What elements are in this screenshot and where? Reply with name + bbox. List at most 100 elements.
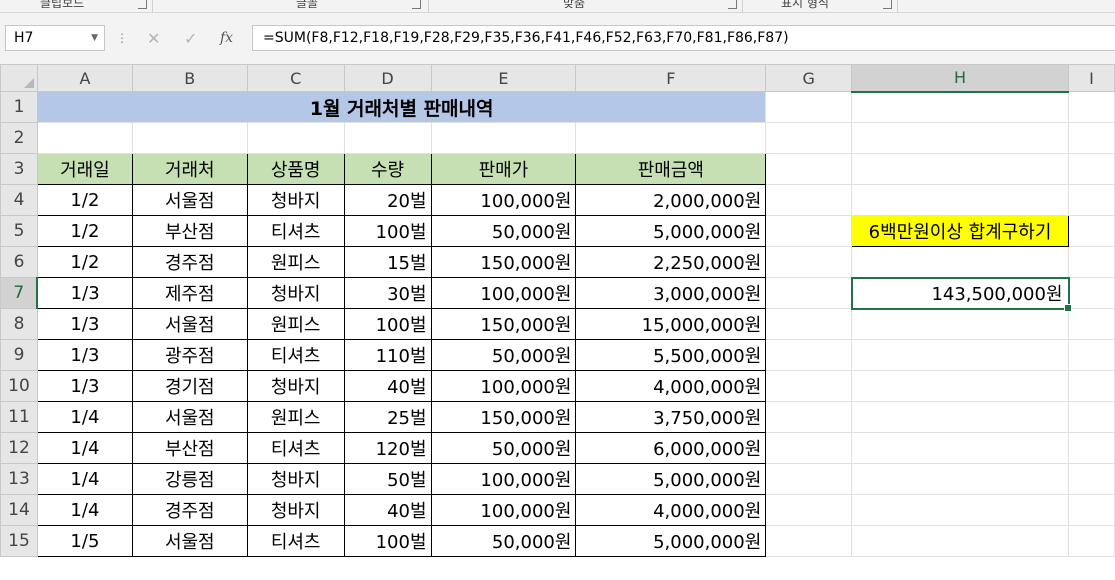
header-cell-price[interactable]: 판매가 <box>430 153 577 185</box>
cell[interactable] <box>1068 91 1115 123</box>
product-cell[interactable]: 티셔츠 <box>246 432 345 464</box>
date-cell[interactable]: 1/3 <box>36 339 133 371</box>
column-header-e[interactable]: E <box>430 64 577 92</box>
drag-handle-icon[interactable]: ⋮ <box>116 31 128 45</box>
cell[interactable] <box>765 184 853 216</box>
amount-cell[interactable]: 5,000,000원 <box>575 215 767 247</box>
cell[interactable] <box>851 370 1070 402</box>
cell[interactable] <box>1068 215 1115 247</box>
client-cell[interactable]: 서울점 <box>131 308 248 340</box>
quantity-cell[interactable]: 15벌 <box>343 246 432 278</box>
cell[interactable] <box>1068 463 1115 495</box>
cell[interactable] <box>1068 246 1115 278</box>
cell[interactable] <box>575 122 767 154</box>
cell[interactable] <box>851 184 1070 216</box>
client-cell[interactable]: 강릉점 <box>131 463 248 495</box>
cell[interactable] <box>765 525 853 557</box>
date-cell[interactable]: 1/2 <box>36 184 133 216</box>
quantity-cell[interactable]: 110벌 <box>343 339 432 371</box>
cell[interactable] <box>343 122 432 154</box>
formula-input[interactable]: =SUM(F8,F12,F18,F19,F28,F29,F35,F36,F41,… <box>252 25 1115 51</box>
price-cell[interactable]: 100,000원 <box>430 463 577 495</box>
quantity-cell[interactable]: 50벌 <box>343 463 432 495</box>
cell[interactable] <box>851 432 1070 464</box>
cell[interactable] <box>851 246 1070 278</box>
enter-icon[interactable]: ✓ <box>184 29 197 48</box>
row-header[interactable]: 12 <box>0 432 38 464</box>
select-all-button[interactable] <box>0 64 38 92</box>
quantity-cell[interactable]: 25벌 <box>343 401 432 433</box>
product-cell[interactable]: 원피스 <box>246 401 345 433</box>
client-cell[interactable]: 부산점 <box>131 215 248 247</box>
row-header[interactable]: 4 <box>0 184 38 216</box>
cell[interactable] <box>765 277 853 309</box>
product-cell[interactable]: 청바지 <box>246 463 345 495</box>
date-cell[interactable]: 1/4 <box>36 432 133 464</box>
quantity-cell[interactable]: 20벌 <box>343 184 432 216</box>
client-cell[interactable]: 부산점 <box>131 432 248 464</box>
quantity-cell[interactable]: 100벌 <box>343 215 432 247</box>
column-header-i[interactable]: I <box>1068 64 1115 92</box>
cell[interactable] <box>1068 494 1115 526</box>
amount-cell[interactable]: 3,750,000원 <box>575 401 767 433</box>
cell[interactable] <box>1068 370 1115 402</box>
date-cell[interactable]: 1/5 <box>36 525 133 557</box>
price-cell[interactable]: 150,000원 <box>430 246 577 278</box>
row-header[interactable]: 8 <box>0 308 38 340</box>
row-header[interactable]: 11 <box>0 401 38 433</box>
cell[interactable] <box>765 370 853 402</box>
cell[interactable] <box>765 401 853 433</box>
amount-cell[interactable]: 4,000,000원 <box>575 370 767 402</box>
price-cell[interactable]: 100,000원 <box>430 494 577 526</box>
fill-handle[interactable] <box>1063 303 1072 312</box>
cell[interactable] <box>1068 401 1115 433</box>
price-cell[interactable]: 150,000원 <box>430 401 577 433</box>
date-cell[interactable]: 1/3 <box>36 277 133 309</box>
row-header[interactable]: 3 <box>0 153 38 185</box>
cell[interactable] <box>1068 339 1115 371</box>
cell[interactable] <box>765 463 853 495</box>
product-cell[interactable]: 청바지 <box>246 494 345 526</box>
client-cell[interactable]: 경주점 <box>131 246 248 278</box>
price-cell[interactable]: 50,000원 <box>430 215 577 247</box>
row-header[interactable]: 1 <box>0 91 38 123</box>
cell[interactable] <box>246 122 345 154</box>
product-cell[interactable]: 티셔츠 <box>246 215 345 247</box>
quantity-cell[interactable]: 40벌 <box>343 494 432 526</box>
cell[interactable] <box>851 308 1070 340</box>
cell[interactable] <box>851 494 1070 526</box>
cell[interactable] <box>851 339 1070 371</box>
column-header-a[interactable]: A <box>36 64 133 92</box>
date-cell[interactable]: 1/2 <box>36 215 133 247</box>
row-header[interactable]: 6 <box>0 246 38 278</box>
cell[interactable] <box>1068 153 1115 185</box>
product-cell[interactable]: 원피스 <box>246 246 345 278</box>
header-cell-amount[interactable]: 판매금액 <box>575 153 767 185</box>
quantity-cell[interactable]: 100벌 <box>343 525 432 557</box>
date-cell[interactable]: 1/3 <box>36 370 133 402</box>
date-cell[interactable]: 1/4 <box>36 401 133 433</box>
price-cell[interactable]: 50,000원 <box>430 525 577 557</box>
cell[interactable] <box>851 91 1070 123</box>
column-header-f[interactable]: F <box>575 64 767 92</box>
quantity-cell[interactable]: 40벌 <box>343 370 432 402</box>
product-cell[interactable]: 청바지 <box>246 370 345 402</box>
font-dialog-launcher-icon[interactable] <box>412 0 421 9</box>
amount-cell[interactable]: 2,250,000원 <box>575 246 767 278</box>
header-cell-quantity[interactable]: 수량 <box>343 153 432 185</box>
cell[interactable] <box>430 122 577 154</box>
row-header[interactable]: 5 <box>0 215 38 247</box>
column-header-h[interactable]: H <box>851 64 1070 93</box>
cell[interactable] <box>1068 308 1115 340</box>
cell[interactable] <box>765 215 853 247</box>
cell[interactable] <box>851 122 1070 154</box>
amount-cell[interactable]: 15,000,000원 <box>575 308 767 340</box>
product-cell[interactable]: 티셔츠 <box>246 339 345 371</box>
cell[interactable] <box>1068 432 1115 464</box>
amount-cell[interactable]: 2,000,000원 <box>575 184 767 216</box>
cell[interactable] <box>765 246 853 278</box>
product-cell[interactable]: 청바지 <box>246 184 345 216</box>
cell[interactable] <box>765 91 853 123</box>
quantity-cell[interactable]: 30벌 <box>343 277 432 309</box>
cell[interactable] <box>765 153 853 185</box>
